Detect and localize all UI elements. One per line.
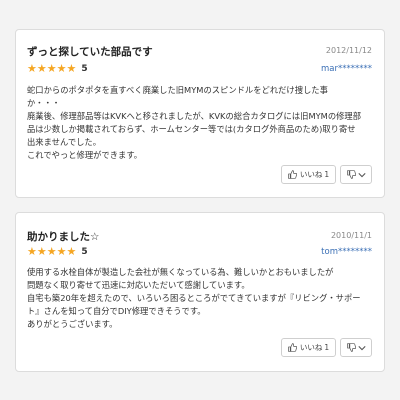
review-rating: ★ ★ ★ ★ ★ 5 [27,246,88,258]
star-icon: ★ [66,62,77,75]
star-icon: ★ [27,245,37,258]
review-body-line: これでやっと修理ができます。 [27,150,143,160]
star-icon: ★ [56,62,67,75]
rating-score: 5 [81,247,88,257]
dislike-button[interactable] [340,165,372,184]
review-actions: いいね 1 [281,338,372,357]
review-body-line: 出来ませんでした。 [27,137,102,147]
review-rating: ★ ★ ★ ★ ★ 5 [27,63,88,75]
like-button[interactable]: いいね 1 [281,165,336,184]
star-icon: ★ [66,245,77,258]
like-label: いいね [299,343,323,352]
star-icon: ★ [46,245,57,258]
star-icon: ★ [56,245,67,258]
thumbs-down-icon [346,343,356,352]
thumbs-up-icon [288,343,297,352]
like-count: 1 [324,343,330,352]
star-icon: ★ [46,62,57,75]
review-body-line: 自宅も築20年を超えたので、いろいろ困るところがでてきていますが『リビング・サポ… [27,293,361,303]
review-date: 2012/11/12 [325,46,372,55]
review-body-line: ありがとうございます。 [27,319,118,329]
like-button[interactable]: いいね 1 [281,338,336,357]
star-rating: ★ ★ ★ ★ ★ [27,63,76,75]
review-card: 助かりました☆ 2010/11/1 ★ ★ ★ ★ ★ 5 tom*******… [15,212,385,372]
like-count: 1 [324,170,330,179]
chevron-down-icon [357,345,366,351]
review-body-line: 使用する水栓自体が製造した会社が無くなっている為、難しいかとおもいましたが [27,267,334,277]
review-actions: いいね 1 [281,165,372,184]
review-date: 2010/11/1 [330,231,372,240]
review-body-line: か・・・ [27,98,61,108]
review-title: ずっと探していた部品です [27,46,153,58]
review-title: 助かりました☆ [27,231,100,243]
thumbs-down-icon [346,170,356,179]
like-label: いいね [299,170,323,179]
review-body-line: ト』さんを知って自分でDIY修理できそうです。 [27,306,206,316]
review-body-line: 蛇口からのポタポタを直すべく廃業した旧MYMのスピンドルをどれだけ捜した事 [27,85,328,95]
review-card: ずっと探していた部品です 2012/11/12 ★ ★ ★ ★ ★ 5 mar*… [15,29,385,198]
review-body: 蛇口からのポタポタを直すべく廃業した旧MYMのスピンドルをどれだけ捜した事 か・… [27,84,377,162]
dislike-button[interactable] [340,338,372,357]
review-list: ずっと探していた部品です 2012/11/12 ★ ★ ★ ★ ★ 5 mar*… [0,0,400,400]
review-body-line: 品は少数しか掲載されておらず、ホームセンター等では(カタログ外商品のため)取り寄… [27,124,356,134]
reviewer-name[interactable]: mar******** [321,64,372,74]
chevron-down-icon [357,172,366,178]
star-icon: ★ [36,245,47,258]
star-icon: ★ [36,62,47,75]
star-icon: ★ [27,62,37,75]
thumbs-up-icon [288,170,297,179]
reviewer-name[interactable]: tom******** [321,247,372,257]
review-body-line: 廃業後、修理部品等はKVKへと移されましたが、KVKの総合カタログには旧MYMの… [27,111,362,121]
review-body: 使用する水栓自体が製造した会社が無くなっている為、難しいかとおもいましたが 問題… [27,266,377,331]
rating-score: 5 [81,64,88,74]
star-rating: ★ ★ ★ ★ ★ [27,246,76,258]
review-body-line: 問題なく取り寄せて迅速に対応いただいて感謝しています。 [27,280,250,290]
